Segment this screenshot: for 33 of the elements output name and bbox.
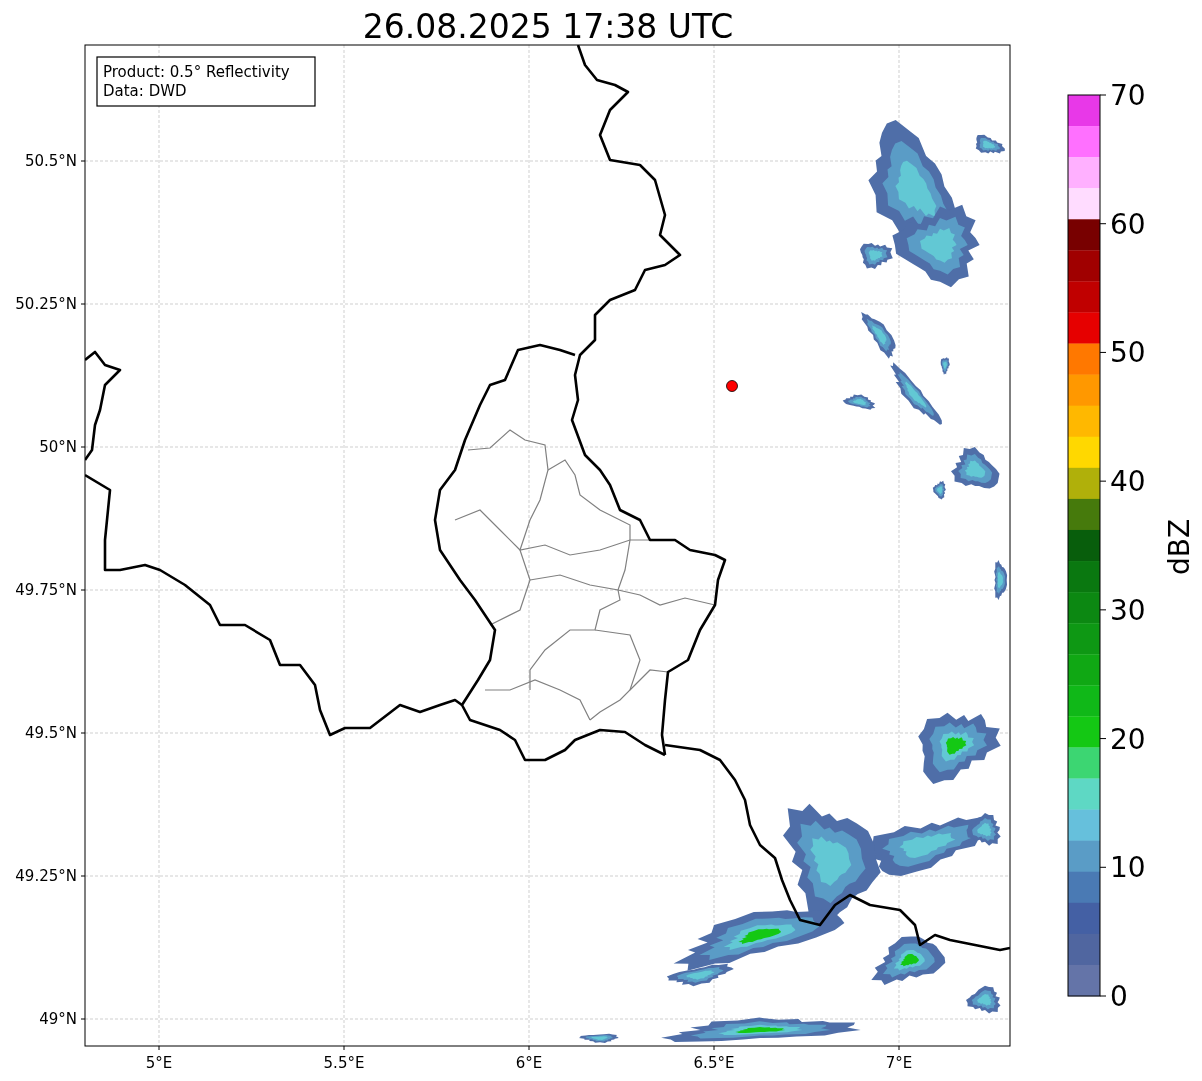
- latitude-label: 50.5°N: [24, 152, 77, 170]
- longitude-label: 5°E: [145, 1054, 173, 1072]
- longitude-label: 7°E: [885, 1054, 913, 1072]
- radar-echo: [951, 447, 1000, 489]
- colorbar-tick-label: 50: [1110, 336, 1146, 370]
- colorbar-tick-label: 70: [1110, 79, 1146, 112]
- colorbar-tick-label: 60: [1110, 207, 1146, 241]
- longitude-label: 6°E: [515, 1054, 543, 1072]
- legend-text: Product: 0.5° Reflectivity: [103, 63, 290, 81]
- radar-echo: [578, 1033, 619, 1043]
- longitude-label: 6.5°E: [693, 1054, 735, 1072]
- colorbar-tick-label: 10: [1110, 851, 1146, 885]
- station-marker: [726, 380, 738, 392]
- longitude-label: 5.5°E: [323, 1054, 365, 1072]
- radar-echo: [861, 311, 896, 359]
- colorbar-tick-label: 20: [1110, 722, 1146, 756]
- colorbar-tick-label: 0: [1110, 980, 1128, 1013]
- latitude-label: 50°N: [39, 438, 77, 456]
- legend-text: Data: DWD: [103, 82, 187, 100]
- colorbar-label: dBZ: [1163, 518, 1196, 576]
- latitude-label: 49°N: [39, 1010, 77, 1028]
- chart-title: 26.08.2025 17:38 UTC: [362, 7, 734, 46]
- radar-echo: [966, 985, 1001, 1014]
- radar-echo: [994, 560, 1008, 601]
- latitude-label: 49.5°N: [24, 724, 77, 742]
- latitude-label: 49.25°N: [15, 867, 77, 885]
- latitude-label: 49.75°N: [15, 581, 77, 599]
- colorbar-tick-label: 30: [1110, 593, 1146, 627]
- radar-echo: [842, 394, 876, 410]
- latitude-label: 50.25°N: [15, 295, 77, 313]
- radar-echo: [975, 134, 1005, 154]
- radar-echo: [932, 480, 946, 500]
- colorbar-tick-label: 40: [1110, 465, 1146, 499]
